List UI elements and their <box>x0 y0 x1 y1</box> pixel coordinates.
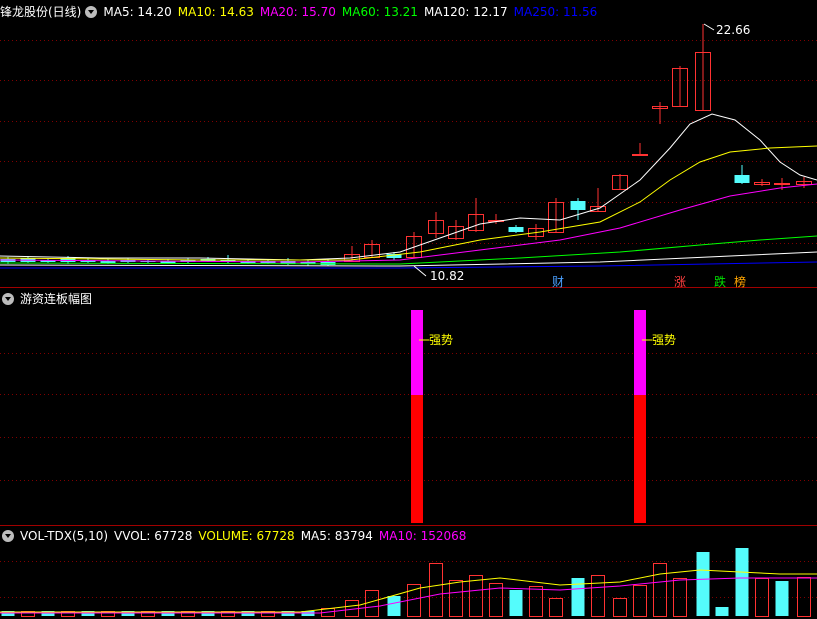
event-marker-0: 财 <box>552 275 564 289</box>
ma-list: MA5: 14.20 MA10: 14.63 MA20: 15.70 MA60: 13… <box>103 3 603 21</box>
candle-body <box>100 261 116 263</box>
high-price-label: 22.66 <box>716 23 750 37</box>
candle-body <box>734 175 750 183</box>
volume-bar <box>715 607 729 616</box>
volume-bar <box>653 563 667 617</box>
candle-body <box>632 154 648 156</box>
event-marker-1: 涨 <box>674 274 686 289</box>
signal-bar-top <box>411 310 423 395</box>
volume-bar <box>449 580 463 617</box>
volume-bar <box>696 552 710 616</box>
volume-bar <box>549 598 563 617</box>
volume-bar <box>613 598 627 617</box>
volume-title: VOL-TDX(5,10) <box>20 529 109 543</box>
candle-body <box>774 183 790 185</box>
volume-value-3: MA10: 152068 <box>378 529 467 543</box>
volume-ma10-line <box>0 577 817 614</box>
candle-body <box>508 227 524 232</box>
volume-bar <box>633 585 647 617</box>
volume-bar <box>591 575 605 617</box>
signal-bar-bottom <box>411 395 423 523</box>
chevron-down-icon[interactable] <box>2 293 14 305</box>
signal-label: 强势 <box>429 333 453 347</box>
event-marker-3: 榜 <box>734 274 746 289</box>
ma-value-1: MA10: 14.63 <box>177 5 254 19</box>
volume-bar <box>509 590 523 616</box>
volume-value-0: VVOL: 67728 <box>114 529 193 543</box>
ma-value-5: MA250: 11.56 <box>513 5 598 19</box>
volume-bar <box>365 590 379 617</box>
stock-title: 锋龙股份(日线) <box>0 5 82 19</box>
ma5-line <box>0 113 817 261</box>
chevron-down-icon[interactable] <box>2 530 14 542</box>
signal-bar-top <box>634 310 646 395</box>
main-chart-header: 锋龙股份(日线) MA5: 14.20 MA10: 14.63 MA20: 15.7… <box>0 3 609 21</box>
indicator-title: 游资连板幅图 <box>20 292 93 306</box>
volume-bar <box>775 581 789 616</box>
volume-panel-header: VOL-TDX(5,10) VVOL: 67728 VOLUME: 67728 MA… <box>0 527 478 545</box>
indicator-panel-header: 游资连板幅图 <box>0 290 98 308</box>
ma20-line <box>0 183 817 263</box>
volume-bar <box>735 548 749 616</box>
ma-value-0: MA5: 14.20 <box>103 5 172 19</box>
volume-values: VVOL: 67728 VOLUME: 67728 MA5: 83794 MA10: … <box>114 527 472 545</box>
volume-value-2: MA5: 83794 <box>300 529 373 543</box>
volume-bar <box>387 596 401 616</box>
volume-bar <box>529 586 543 617</box>
ma-value-3: MA60: 13.21 <box>341 5 418 19</box>
chevron-down-icon[interactable] <box>85 6 98 18</box>
candle-body <box>570 201 586 210</box>
volume-bar <box>469 575 483 617</box>
volume-value-1: VOLUME: 67728 <box>198 529 295 543</box>
volume-bar <box>429 563 443 617</box>
ma-value-2: MA20: 15.70 <box>259 5 336 19</box>
signal-bar-bottom <box>634 395 646 523</box>
signal-label: 强势 <box>652 333 676 347</box>
volume-bar <box>755 578 769 617</box>
ma60-line <box>0 235 817 265</box>
low-price-label: 10.82 <box>430 269 464 283</box>
high-price-arrow <box>703 23 715 31</box>
event-marker-2: 跌 <box>714 274 726 289</box>
volume-ma5-line <box>0 569 817 613</box>
ma-value-4: MA120: 12.17 <box>423 5 508 19</box>
